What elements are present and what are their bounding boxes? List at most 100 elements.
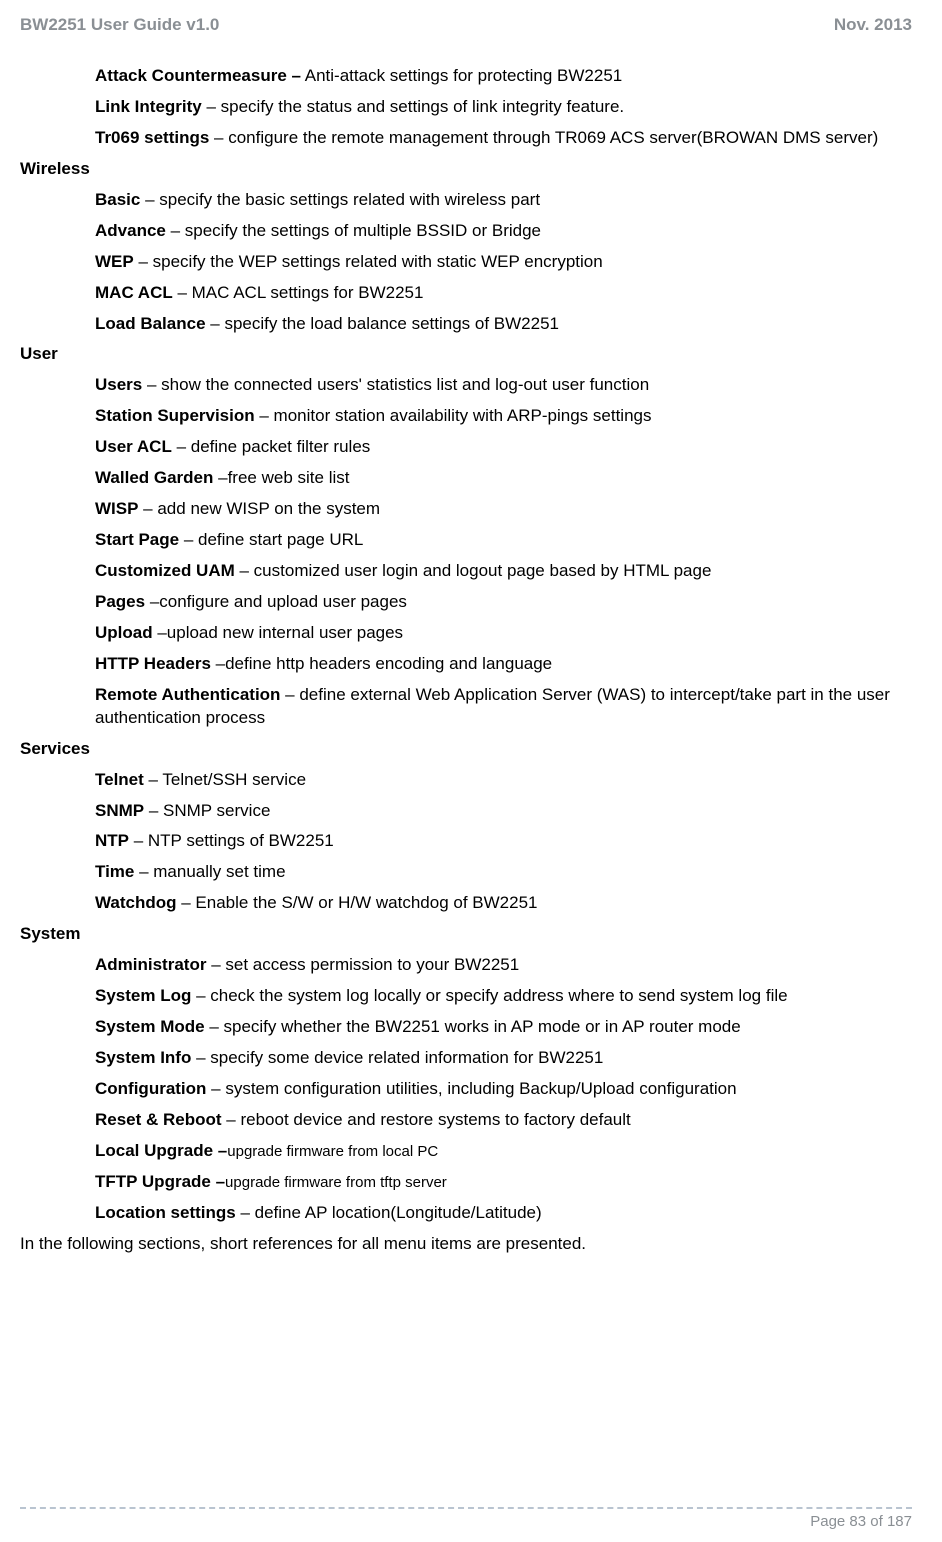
definition-term: Time [95, 862, 134, 881]
section-heading: User [20, 343, 912, 366]
definition-term: WEP [95, 252, 134, 271]
definition-description: – NTP settings of BW2251 [129, 831, 334, 850]
definition-term: Customized UAM [95, 561, 235, 580]
definition-description: – manually set time [134, 862, 285, 881]
definition-term: Upload [95, 623, 153, 642]
definition-term: Load Balance [95, 314, 206, 333]
definition-description: –free web site list [213, 468, 349, 487]
definition-item: System Info – specify some device relate… [95, 1047, 912, 1070]
definition-item: System Log – check the system log locall… [95, 985, 912, 1008]
definition-term: Remote Authentication [95, 685, 280, 704]
definition-item: Time – manually set time [95, 861, 912, 884]
definition-description: – check the system log locally or specif… [191, 986, 787, 1005]
definition-item: Telnet – Telnet/SSH service [95, 769, 912, 792]
definition-term: Configuration [95, 1079, 206, 1098]
definition-item: TFTP Upgrade –upgrade firmware from tftp… [95, 1171, 912, 1194]
definition-item: Advance – specify the settings of multip… [95, 220, 912, 243]
definition-term: Pages [95, 592, 145, 611]
page-footer: Page 83 of 187 [20, 1507, 912, 1530]
definition-description: – system configuration utilities, includ… [206, 1079, 736, 1098]
definition-item: WEP – specify the WEP settings related w… [95, 251, 912, 274]
definition-item: Location settings – define AP location(L… [95, 1202, 912, 1225]
header-right: Nov. 2013 [834, 15, 912, 35]
header-left: BW2251 User Guide v1.0 [20, 15, 219, 35]
definition-term: Station Supervision [95, 406, 255, 425]
definition-item: Upload –upload new internal user pages [95, 622, 912, 645]
definition-description: –define http headers encoding and langua… [211, 654, 552, 673]
definition-item: Walled Garden –free web site list [95, 467, 912, 490]
definition-term: Watchdog [95, 893, 177, 912]
definition-term: Administrator [95, 955, 206, 974]
definition-description: – specify the basic settings related wit… [140, 190, 540, 209]
definition-term: System Mode [95, 1017, 205, 1036]
definition-item: Administrator – set access permission to… [95, 954, 912, 977]
definition-description: – add new WISP on the system [138, 499, 380, 518]
definition-item: Users – show the connected users' statis… [95, 374, 912, 397]
definition-description: – customized user login and logout page … [235, 561, 712, 580]
definition-term: User ACL [95, 437, 172, 456]
definition-description: – define start page URL [179, 530, 363, 549]
definition-item: SNMP – SNMP service [95, 800, 912, 823]
definition-description: – define packet filter rules [172, 437, 370, 456]
section-heading: Wireless [20, 158, 912, 181]
definition-description: Anti-attack settings for protecting BW22… [301, 66, 622, 85]
definition-item: Customized UAM – customized user login a… [95, 560, 912, 583]
definition-term: Reset & Reboot [95, 1110, 222, 1129]
definition-description: – specify whether the BW2251 works in AP… [205, 1017, 741, 1036]
definition-term: Start Page [95, 530, 179, 549]
page-content: Attack Countermeasure – Anti-attack sett… [20, 65, 912, 1256]
definition-item: NTP – NTP settings of BW2251 [95, 830, 912, 853]
section-heading: System [20, 923, 912, 946]
definition-term: Tr069 settings [95, 128, 209, 147]
definition-description: – specify the load balance settings of B… [206, 314, 559, 333]
definition-term: System Log [95, 986, 191, 1005]
page-number: Page 83 of 187 [20, 1513, 912, 1530]
definition-term: MAC ACL [95, 283, 173, 302]
definition-term: SNMP [95, 801, 144, 820]
definition-term: Telnet [95, 770, 144, 789]
definition-description: – configure the remote management throug… [209, 128, 878, 147]
definition-item: Tr069 settings – configure the remote ma… [95, 127, 912, 150]
definition-description: – monitor station availability with ARP-… [255, 406, 652, 425]
definition-description: – define AP location(Longitude/Latitude) [236, 1203, 542, 1222]
definition-item: Configuration – system configuration uti… [95, 1078, 912, 1101]
definition-item: Basic – specify the basic settings relat… [95, 189, 912, 212]
definition-term: Users [95, 375, 142, 394]
definition-description: – show the connected users' statistics l… [142, 375, 649, 394]
definition-item: Attack Countermeasure – Anti-attack sett… [95, 65, 912, 88]
definition-description: – SNMP service [144, 801, 270, 820]
definition-term: Basic [95, 190, 140, 209]
page-header: BW2251 User Guide v1.0 Nov. 2013 [20, 15, 912, 35]
definition-description: upgrade firmware from tftp server [225, 1174, 447, 1191]
section-heading: Services [20, 738, 912, 761]
definition-term: System Info [95, 1048, 191, 1067]
definition-description: – set access permission to your BW2251 [206, 955, 519, 974]
definition-term: Link Integrity [95, 97, 202, 116]
definition-description: –configure and upload user pages [145, 592, 407, 611]
definition-description: – specify some device related informatio… [191, 1048, 603, 1067]
definition-term: NTP [95, 831, 129, 850]
document-page: BW2251 User Guide v1.0 Nov. 2013 Attack … [0, 0, 942, 1542]
definition-term: Advance [95, 221, 166, 240]
definition-description: – specify the settings of multiple BSSID… [166, 221, 541, 240]
definition-description: –upload new internal user pages [153, 623, 403, 642]
definition-description: upgrade firmware from local PC [227, 1143, 438, 1160]
outro-text: In the following sections, short referen… [20, 1233, 912, 1256]
definition-item: Reset & Reboot – reboot device and resto… [95, 1109, 912, 1132]
definition-term: Walled Garden [95, 468, 213, 487]
definition-item: Start Page – define start page URL [95, 529, 912, 552]
definition-term: HTTP Headers [95, 654, 211, 673]
definition-item: Station Supervision – monitor station av… [95, 405, 912, 428]
definition-item: Watchdog – Enable the S/W or H/W watchdo… [95, 892, 912, 915]
definition-description: – specify the WEP settings related with … [134, 252, 603, 271]
footer-divider [20, 1507, 912, 1509]
definition-item: MAC ACL – MAC ACL settings for BW2251 [95, 282, 912, 305]
definition-item: User ACL – define packet filter rules [95, 436, 912, 459]
definition-description: – reboot device and restore systems to f… [222, 1110, 631, 1129]
definition-description: – Enable the S/W or H/W watchdog of BW22… [177, 893, 538, 912]
definition-term: TFTP Upgrade – [95, 1172, 225, 1191]
definition-description: – Telnet/SSH service [144, 770, 306, 789]
definition-term: Location settings [95, 1203, 236, 1222]
definition-item: Local Upgrade –upgrade firmware from loc… [95, 1140, 912, 1163]
definition-term: Attack Countermeasure – [95, 66, 301, 85]
